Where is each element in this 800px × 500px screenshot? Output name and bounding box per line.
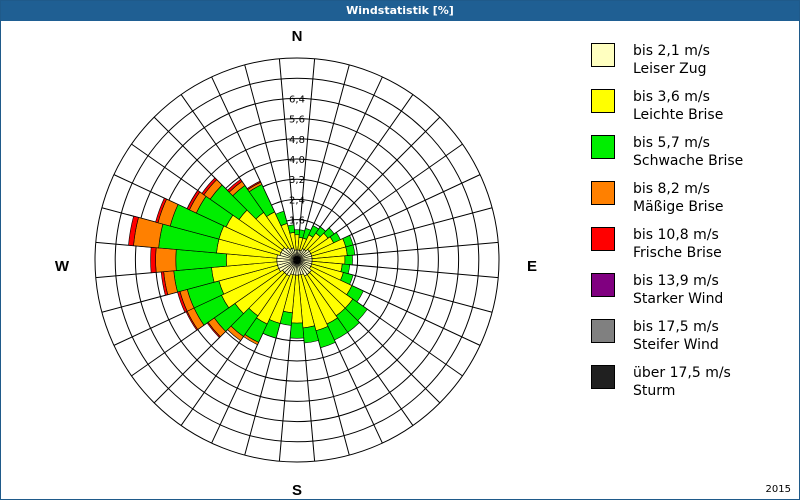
radial-tick-label: 6,4	[289, 94, 305, 105]
legend-label: Schwache Brise	[633, 153, 744, 169]
radial-tick-labels: 1,6 2,4 3,2 4,0 4,8 5,6 6,4	[289, 94, 305, 226]
legend-item: bis 8,2 m/s Mäßige Brise	[591, 181, 796, 227]
legend-swatch	[591, 273, 615, 297]
direction-label-north: N	[292, 28, 303, 45]
legend-label: Mäßige Brise	[633, 199, 724, 215]
radial-tick-label: 4,0	[289, 155, 305, 166]
legend-range: über 17,5 m/s	[633, 365, 731, 381]
wind-sector-bar	[294, 229, 300, 236]
legend-label: Frische Brise	[633, 245, 722, 261]
legend-swatch	[591, 135, 615, 159]
wind-sector-bar	[150, 246, 157, 274]
wind-sector-bar	[155, 247, 177, 273]
legend-range: bis 8,2 m/s	[633, 181, 710, 197]
direction-label-east: E	[527, 258, 537, 275]
legend-swatch	[591, 319, 615, 343]
legend-range: bis 2,1 m/s	[633, 43, 710, 59]
radial-tick-label: 5,6	[289, 115, 305, 126]
legend-range: bis 10,8 m/s	[633, 227, 719, 243]
legend-item: über 17,5 m/s Sturm	[591, 365, 796, 411]
legend-item: bis 10,8 m/s Frische Brise	[591, 227, 796, 273]
legend-swatch	[591, 227, 615, 251]
legend-label: Starker Wind	[633, 291, 724, 307]
legend-range: bis 13,9 m/s	[633, 273, 719, 289]
legend-swatch	[591, 43, 615, 67]
legend-item: bis 13,9 m/s Starker Wind	[591, 273, 796, 319]
wind-sector-bar	[344, 254, 353, 266]
wind-sector-bar	[289, 322, 305, 339]
legend-label: Steifer Wind	[633, 337, 719, 353]
legend-label: Leiser Zug	[633, 61, 707, 77]
legend-range: bis 5,7 m/s	[633, 135, 710, 151]
radial-tick-label: 4,8	[289, 135, 305, 146]
legend-range: bis 3,6 m/s	[633, 89, 710, 105]
radial-tick-label: 3,2	[289, 175, 305, 186]
legend-range: bis 17,5 m/s	[633, 319, 719, 335]
legend-swatch	[591, 89, 615, 113]
radial-tick-label: 2,4	[289, 195, 305, 206]
legend: bis 2,1 m/s Leiser Zug bis 3,6 m/s Leichte…	[591, 43, 796, 411]
legend-item: bis 5,7 m/s Schwache Brise	[591, 135, 796, 181]
direction-label-west: W	[55, 258, 70, 275]
legend-item: bis 3,6 m/s Leichte Brise	[591, 89, 796, 135]
chart-title: Windstatistik [%]	[1, 1, 799, 21]
legend-label: Leichte Brise	[633, 107, 724, 123]
year-label: 2015	[765, 484, 791, 495]
chart-window: Windstatistik [%] 1,6 2,4 3,2 4,0 4,8 5,6 6,4 …	[0, 0, 800, 500]
legend-label: Sturm	[633, 383, 676, 399]
wind-sector-bar	[345, 244, 356, 256]
legend-item: bis 17,5 m/s Steifer Wind	[591, 319, 796, 365]
legend-swatch	[591, 365, 615, 389]
direction-label-south: S	[292, 482, 302, 499]
legend-item: bis 2,1 m/s Leiser Zug	[591, 43, 796, 89]
legend-swatch	[591, 181, 615, 205]
radial-tick-label: 1,6	[289, 216, 305, 227]
